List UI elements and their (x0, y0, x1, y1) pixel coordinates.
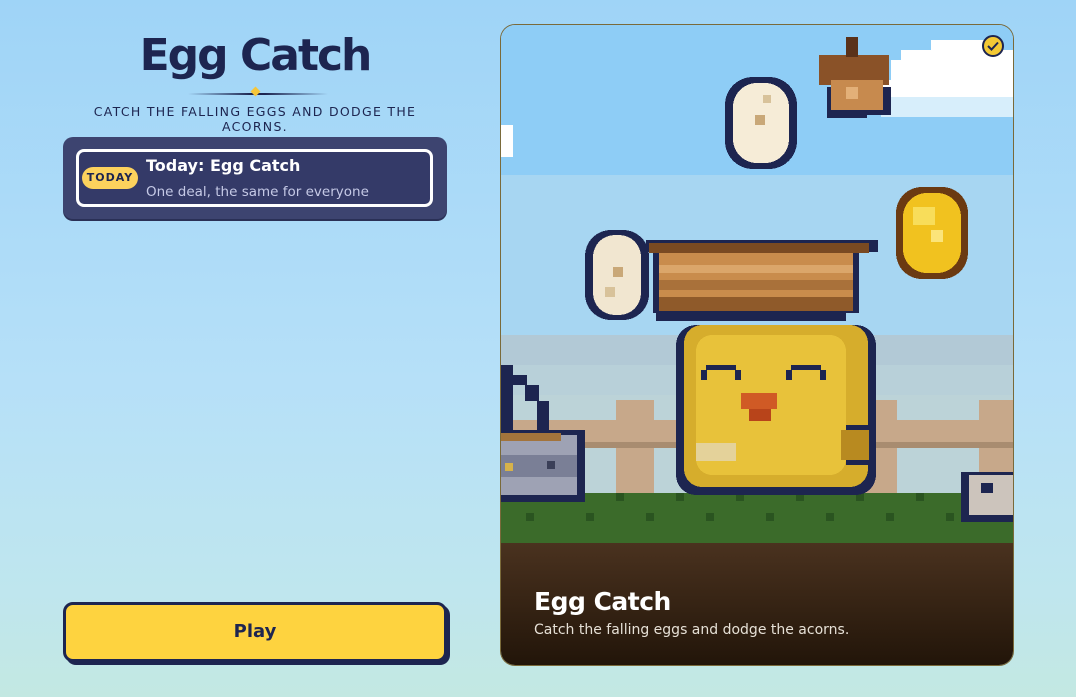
today-game-card[interactable]: TODAY Today: Egg Catch One deal, the sam… (63, 137, 447, 219)
today-subtitle: One deal, the same for everyone (146, 184, 369, 200)
card-subtitle: Catch the falling eggs and dodge the aco… (534, 622, 850, 638)
page-subtitle: CATCH THE FALLING EGGS AND DODGE THE ACO… (93, 104, 417, 134)
game-scene-illustration (501, 25, 1013, 665)
play-button[interactable]: Play (63, 602, 447, 662)
page-title: Egg Catch (139, 30, 373, 81)
today-title: Today: Egg Catch (146, 156, 301, 175)
today-badge: TODAY (82, 167, 138, 189)
left-panel: Egg Catch CATCH THE FALLING EGGS AND DOD… (63, 0, 447, 697)
game-preview-card[interactable]: Egg Catch Catch the falling eggs and dod… (501, 25, 1013, 665)
today-game-card-inner[interactable]: TODAY Today: Egg Catch One deal, the sam… (76, 149, 433, 207)
check-icon (982, 35, 1004, 57)
card-title: Egg Catch (534, 587, 671, 616)
